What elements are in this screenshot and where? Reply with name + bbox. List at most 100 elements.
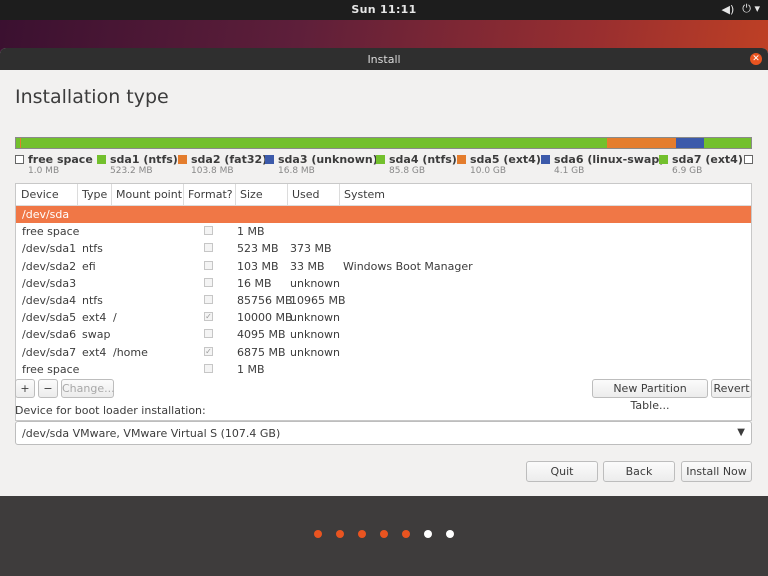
installer-window: Install ✕ Installation type free space 1.… [0,48,768,576]
legend-size: 85.8 GB [389,166,426,176]
format-checkbox[interactable] [204,295,213,304]
table-header: Device Type Mount point Format? Size Use… [16,184,751,206]
cell-type: ext4 [82,345,107,359]
cell-used: unknown [290,311,340,325]
format-checkbox[interactable] [204,363,213,373]
table-row[interactable]: /dev/sda3 16 MB unknown [16,275,751,292]
add-partition-button[interactable]: + [15,379,35,398]
format-checkbox[interactable] [204,260,213,270]
legend-label: free space [28,153,93,166]
col-device[interactable]: Device [21,188,59,201]
col-used[interactable]: Used [292,188,320,201]
boot-loader-label: Device for boot loader installation: [15,404,206,417]
cell-mount: / [113,311,117,325]
col-size[interactable]: Size [240,188,263,201]
cell-mount: /home [113,345,148,359]
legend-swatch [457,155,466,164]
remove-partition-button[interactable]: − [38,379,58,398]
format-checkbox[interactable] [204,243,213,253]
change-partition-button[interactable]: Change... [61,379,115,398]
legend-item: sda1 (ntfs) 523.2 MB [97,153,178,176]
table-row[interactable]: /dev/sda [16,206,751,223]
legend-item [744,153,757,166]
power-icon[interactable]: ⏻ ▾ [742,2,760,16]
close-icon[interactable]: ✕ [750,53,762,65]
legend-size: 16.8 MB [278,166,315,176]
legend-item: sda6 (linux-swap) 4.1 GB [541,153,665,176]
format-checkbox[interactable] [204,277,213,287]
format-checkbox[interactable] [204,226,213,236]
cell-device: /dev/sda5 [22,311,77,325]
partition-bar-segment [703,138,751,148]
col-mount[interactable]: Mount point [116,188,182,201]
legend-size: 1.0 MB [28,166,60,176]
progress-dot [336,530,344,538]
cell-type: ntfs [82,294,103,307]
new-partition-table-button[interactable]: New Partition Table... [592,379,708,412]
install-now-button[interactable]: Install Now [681,461,752,482]
cell-size: 1 MB [237,225,265,239]
cell-size: 16 MB [237,276,272,290]
quit-button[interactable]: Quit [526,461,598,482]
cell-used: unknown [290,345,340,359]
legend-swatch [178,155,187,164]
legend-label: sda1 (ntfs) [110,153,178,166]
cell-size: 523 MB [237,242,279,256]
table-row[interactable]: /dev/sda1 ntfs 523 MB 373 MB [16,240,751,257]
format-checkbox[interactable]: ✓ [204,312,213,322]
legend-item: sda5 (ext4) 10.0 GB [457,153,541,176]
window-title: Install [367,53,401,66]
legend-swatch [659,155,668,164]
cell-size: 85756 MB [237,294,293,307]
col-system[interactable]: System [344,188,385,201]
legend-item: free space 1.0 MB [15,153,93,176]
cell-device: free space [22,362,80,376]
cell-size: 1 MB [237,362,265,376]
legend-label: sda3 (unknown) [278,153,378,166]
legend-item: sda3 (unknown) 16.8 MB [265,153,378,176]
cell-size: 4095 MB [237,328,286,342]
legend-label: sda2 (fat32) [191,153,268,166]
legend-swatch [97,155,106,164]
progress-dot [314,530,322,538]
boot-loader-select[interactable]: /dev/sda VMware, VMware Virtual S (107.4… [15,421,752,445]
boot-loader-value: /dev/sda VMware, VMware Virtual S (107.4… [22,427,281,440]
table-row[interactable]: /dev/sda6 swap 4095 MB unknown [16,326,751,343]
revert-button[interactable]: Revert [711,379,752,398]
col-type[interactable]: Type [82,188,107,201]
table-row[interactable]: /dev/sda5 ext4 / 10000 MB unknown ✓ [16,309,751,326]
legend-label: sda4 (ntfs) [389,153,457,166]
legend-swatch [265,155,274,164]
cell-device: /dev/sda7 [22,345,77,359]
legend-size: 4.1 GB [554,166,585,176]
cell-system: Windows Boot Manager [343,259,473,273]
cell-device: /dev/sda1 [22,242,77,256]
format-checkbox[interactable]: ✓ [204,346,213,356]
format-checkbox[interactable] [204,329,213,339]
cell-used: 10965 MB [290,294,346,307]
table-row[interactable]: free space 1 MB [16,223,751,240]
partition-bar-segment [607,138,676,148]
legend-item: sda4 (ntfs) 85.8 GB [376,153,457,176]
top-panel: Sun 11:11 ◀) ⏻ ▾ [0,0,768,20]
partition-legend: free space 1.0 MB sda1 (ntfs) 523.2 MB sda2 … [15,153,755,177]
table-row[interactable]: /dev/sda7 ext4/home 6875 MB unknown ✓ [16,344,751,361]
back-button[interactable]: Back [603,461,675,482]
table-row[interactable]: /dev/sda2 efi 103 MB 33 MB Windows Boot Mana… [16,258,751,275]
legend-item: sda7 (ext4) 6.9 GB [659,153,743,176]
legend-label: sda6 (linux-swap) [554,153,665,166]
col-format[interactable]: Format? [188,188,233,201]
clock[interactable]: Sun 11:11 [0,3,768,16]
volume-icon[interactable]: ◀) [722,3,735,16]
table-row[interactable]: /dev/sda4 ntfs 85756 MB 10965 MB [16,292,751,309]
table-row[interactable]: free space 1 MB [16,361,751,378]
cell-device: /dev/sda [22,208,70,221]
cell-type: efi [82,259,96,273]
legend-swatch [744,155,753,164]
legend-item: sda2 (fat32) 103.8 MB [178,153,268,176]
legend-size: 523.2 MB [110,166,153,176]
legend-swatch [376,155,385,164]
legend-swatch [541,155,550,164]
system-tray: ◀) ⏻ ▾ [722,2,761,16]
cell-size: 103 MB [237,259,279,273]
